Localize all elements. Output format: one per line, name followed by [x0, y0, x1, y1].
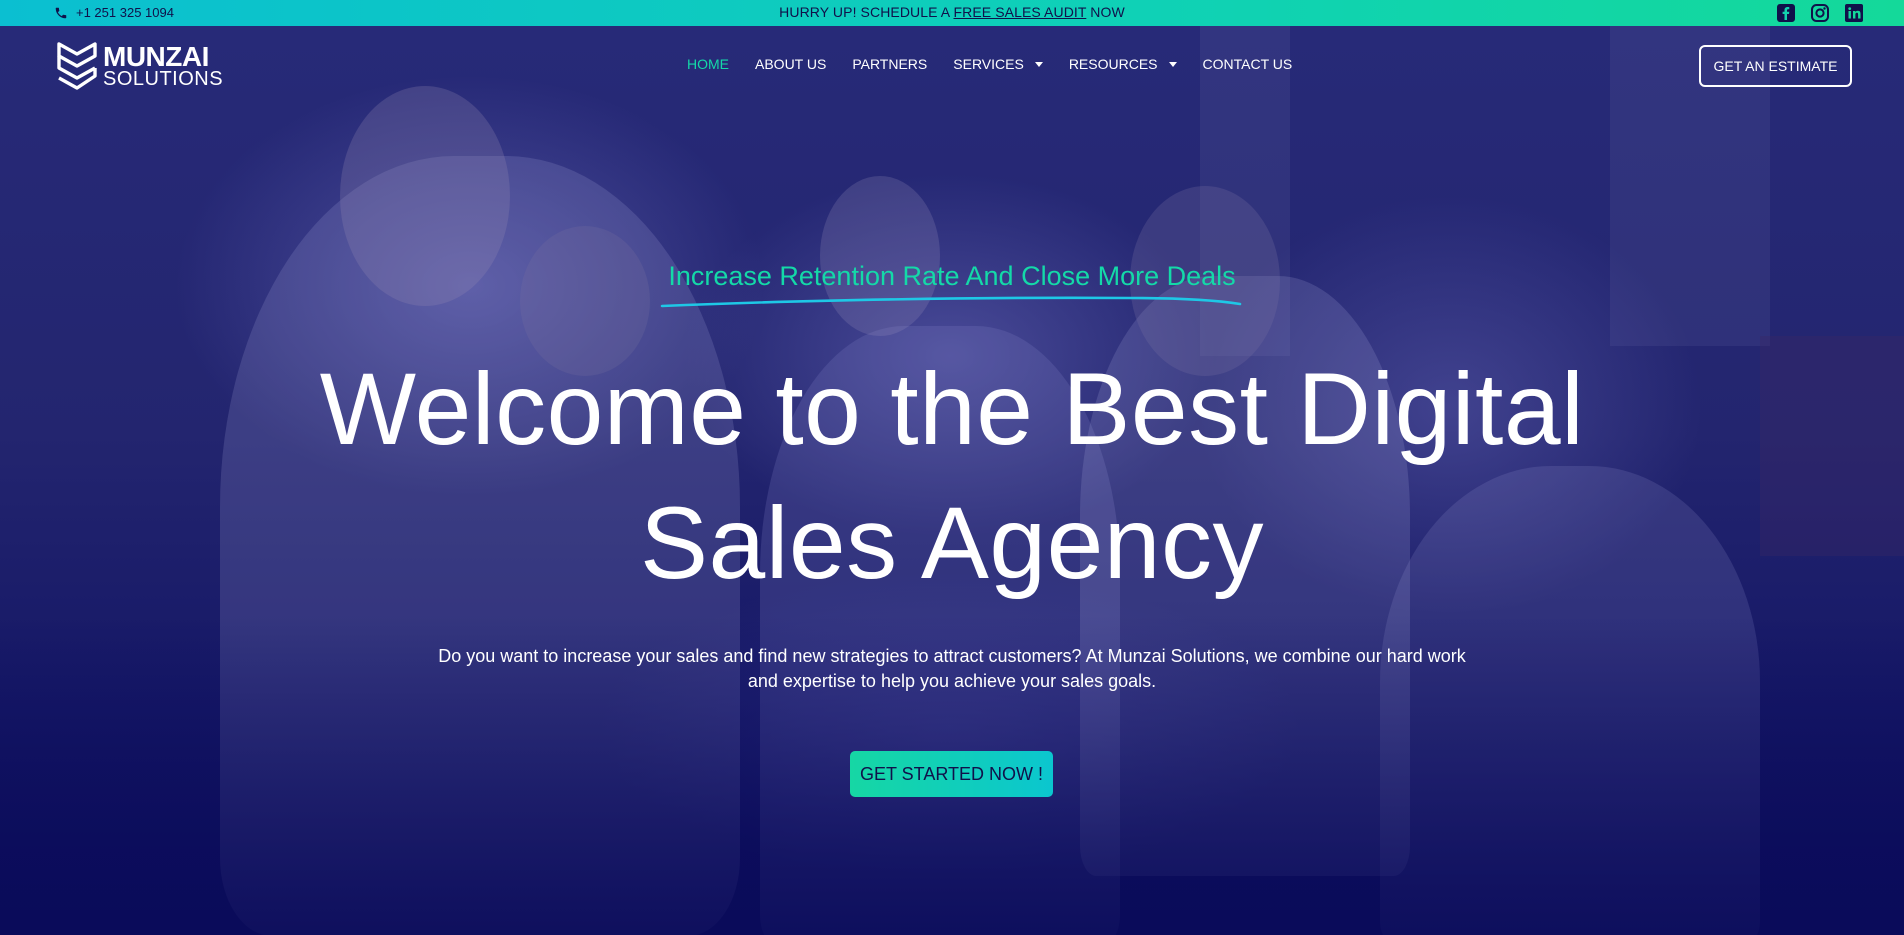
hero-title-line2: Sales Agency — [639, 486, 1265, 600]
instagram-icon[interactable] — [1810, 3, 1830, 23]
company-logo[interactable]: MUNZAI SOLUTIONS — [55, 40, 223, 92]
promo-text: HURRY UP! SCHEDULE A FREE SALES AUDIT NO… — [0, 4, 1904, 20]
top-announcement-bar: +1 251 325 1094 HURRY UP! SCHEDULE A FRE… — [0, 0, 1904, 26]
nav-home[interactable]: HOME — [687, 56, 729, 72]
hero-title-line1: Welcome to the Best Digital — [319, 352, 1585, 466]
promo-prefix: HURRY UP! SCHEDULE A — [779, 4, 954, 20]
logo-line2: SOLUTIONS — [103, 68, 224, 90]
get-started-button[interactable]: GET STARTED NOW ! — [850, 751, 1053, 797]
logo-text: MUNZAI SOLUTIONS — [103, 41, 224, 90]
tagline-underline-stroke — [660, 296, 1242, 308]
person-head-silhouette — [820, 176, 940, 336]
get-an-estimate-button[interactable]: GET AN ESTIMATE — [1699, 45, 1852, 87]
nav-resources[interactable]: RESOURCES — [1069, 56, 1177, 72]
main-navigation: HOME ABOUT US PARTNERS SERVICES RESOURCE… — [687, 56, 1292, 72]
linkedin-icon[interactable] — [1844, 3, 1864, 23]
nav-label: CONTACT US — [1202, 56, 1293, 72]
promo-suffix: NOW — [1086, 4, 1125, 20]
chevron-down-icon — [1034, 61, 1043, 67]
hero-description-line2: and expertise to help you achieve your s… — [747, 671, 1157, 691]
hero-description: Do you want to increase your sales and f… — [0, 644, 1904, 694]
hero-description-line1: Do you want to increase your sales and f… — [438, 646, 1466, 666]
facebook-icon[interactable] — [1776, 3, 1796, 23]
hero-title: Welcome to the Best Digital Sales Agency — [0, 342, 1904, 610]
nav-label: ABOUT US — [755, 56, 827, 72]
nav-label: HOME — [687, 56, 729, 72]
nav-label: RESOURCES — [1068, 56, 1158, 72]
logo-line1: MUNZAI — [103, 41, 209, 72]
nav-label: PARTNERS — [852, 56, 928, 72]
nav-about-us[interactable]: ABOUT US — [755, 56, 826, 72]
logo-mark-icon — [57, 42, 97, 90]
nav-label: SERVICES — [953, 56, 1024, 72]
free-sales-audit-link[interactable]: FREE SALES AUDIT — [953, 4, 1086, 20]
nav-contact-us[interactable]: CONTACT US — [1203, 56, 1293, 72]
social-links — [1776, 3, 1864, 23]
nav-partners[interactable]: PARTNERS — [852, 56, 927, 72]
chevron-down-icon — [1168, 61, 1177, 67]
hero-tagline: Increase Retention Rate And Close More D… — [668, 261, 1236, 291]
nav-services[interactable]: SERVICES — [953, 56, 1043, 72]
